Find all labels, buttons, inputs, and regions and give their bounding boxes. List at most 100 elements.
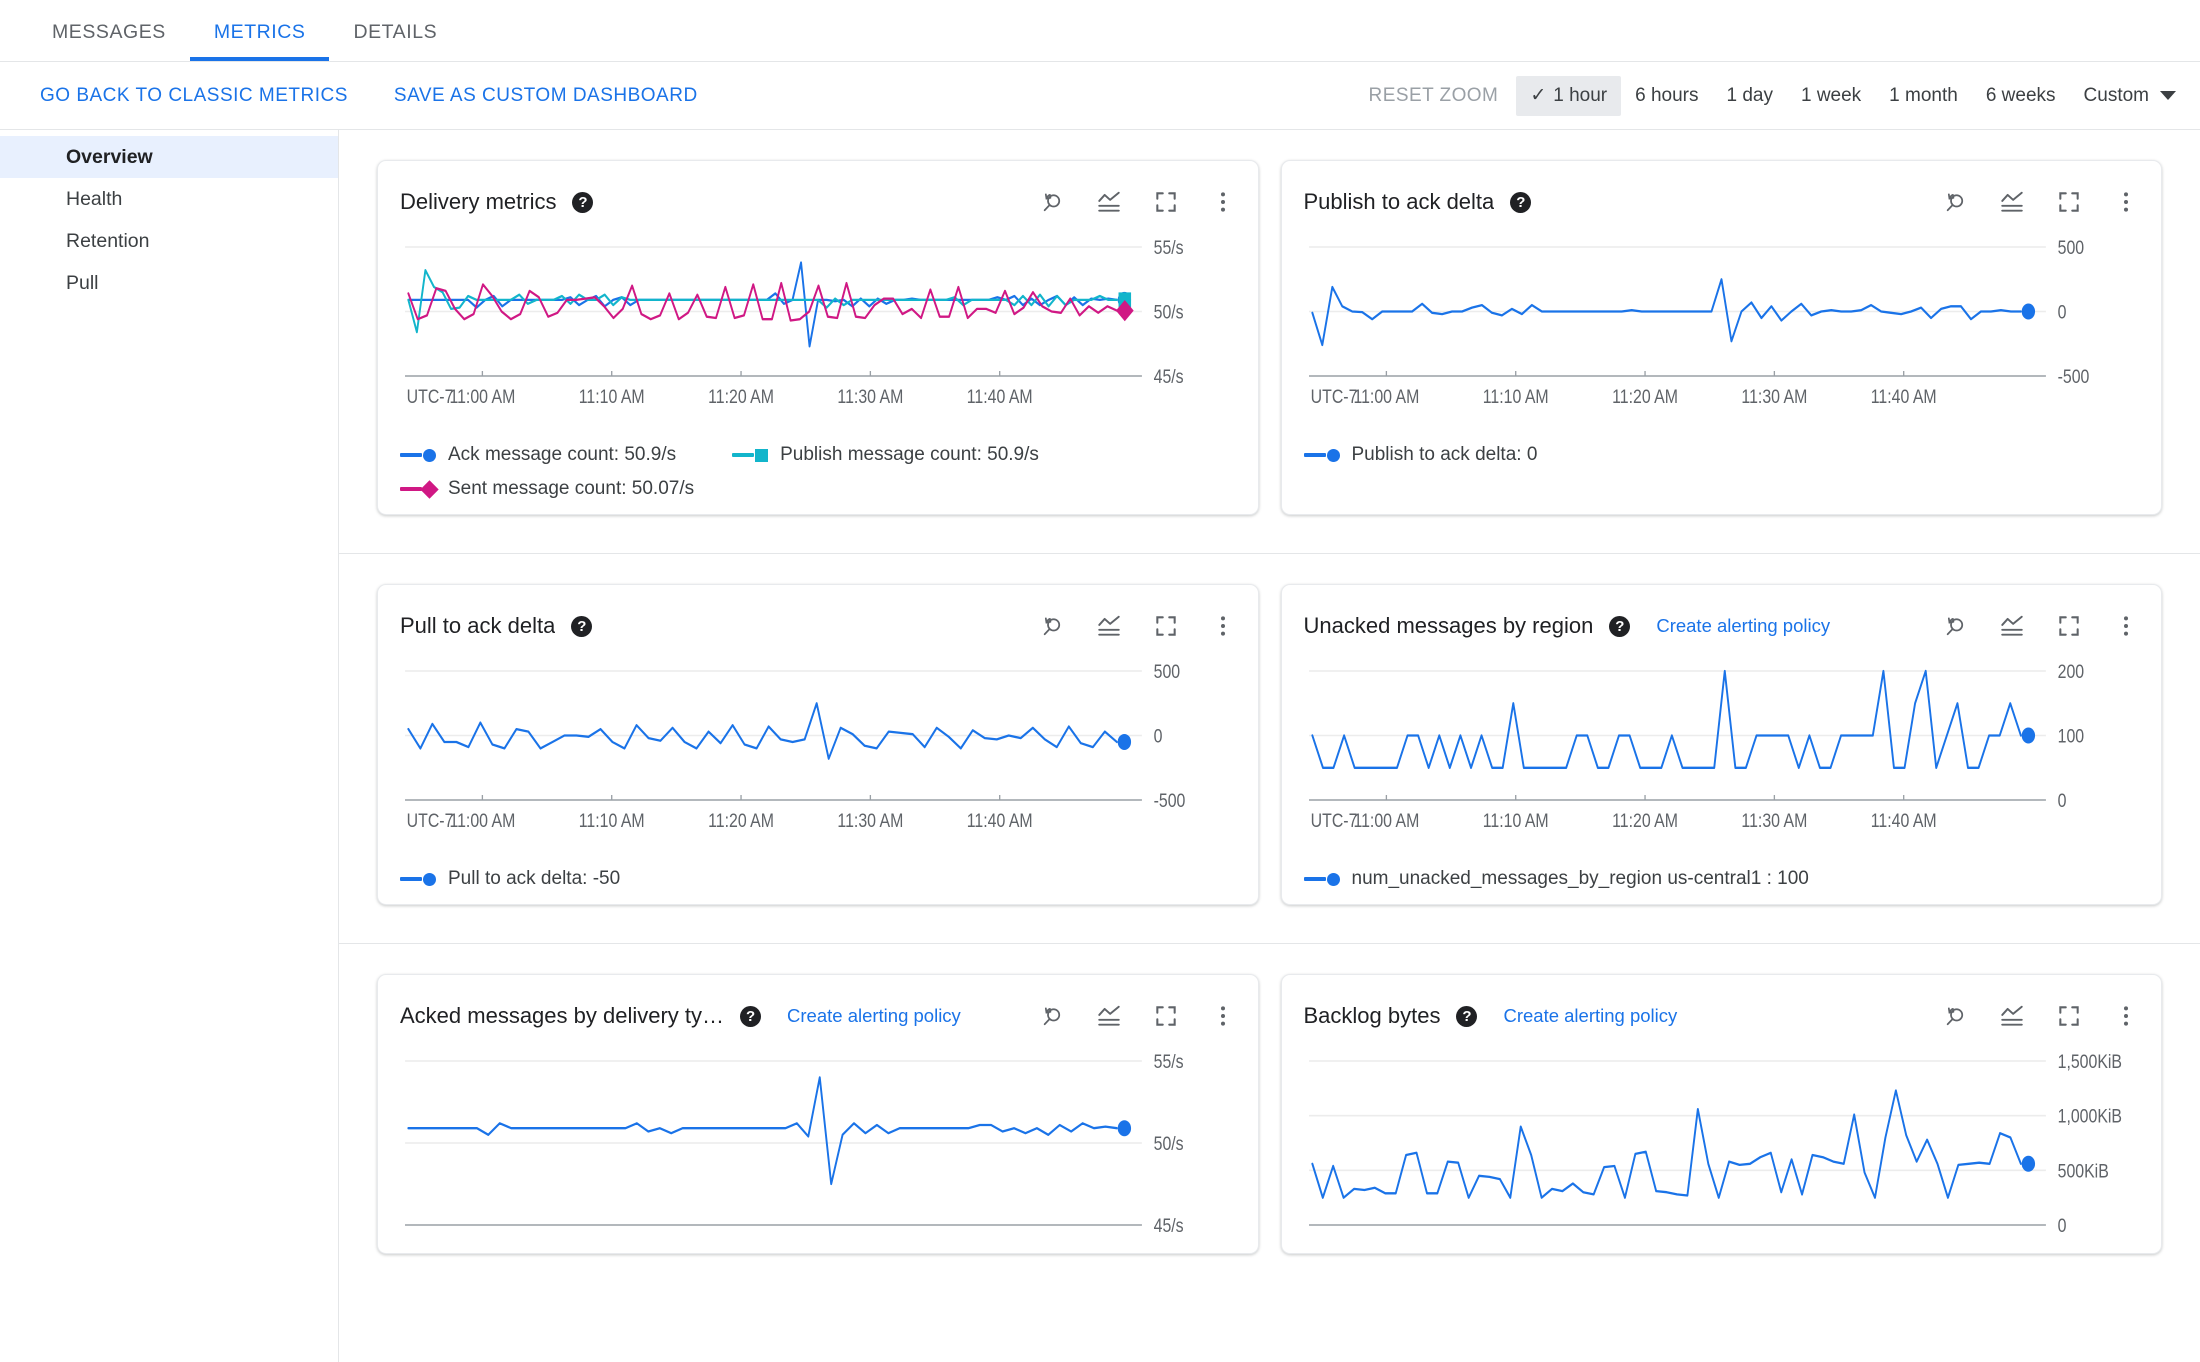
- more-vert-icon[interactable]: [1210, 1003, 1236, 1029]
- chart-lines-icon[interactable]: [1096, 1003, 1122, 1029]
- tab-metrics[interactable]: METRICS: [189, 21, 330, 61]
- legend-item[interactable]: Publish message count: 50.9/s: [732, 444, 1039, 466]
- legend-item[interactable]: Ack message count: 50.9/s: [400, 444, 676, 466]
- fullscreen-icon[interactable]: [2056, 1003, 2082, 1029]
- chart-card-actions: [1017, 613, 1236, 639]
- chart-card-actions: [1920, 613, 2139, 639]
- range-6-hours[interactable]: 6 hours: [1621, 76, 1712, 116]
- range-1-day[interactable]: 1 day: [1712, 76, 1786, 116]
- sidebar-item-health[interactable]: Health: [0, 178, 338, 220]
- svg-text:11:30 AM: 11:30 AM: [1741, 386, 1807, 408]
- chart-lines-icon[interactable]: [1096, 189, 1122, 215]
- chart-plot-area[interactable]: 1,500KiB 1,000KiB 500KiB 0: [1304, 1039, 2140, 1239]
- range-custom[interactable]: Custom: [2070, 76, 2182, 116]
- legend-label: Publish message count: 50.9/s: [780, 444, 1039, 465]
- range-1-month[interactable]: 1 month: [1875, 76, 1972, 116]
- svg-text:11:40 AM: 11:40 AM: [967, 810, 1033, 832]
- fullscreen-icon[interactable]: [2056, 613, 2082, 639]
- chart-plot-area[interactable]: 200 100 0 11:00 AM 11:10 AM 11:20 AM 11:30 AM 1…: [1304, 649, 2140, 854]
- more-vert-icon[interactable]: [2113, 189, 2139, 215]
- legend-item[interactable]: Publish to ack delta: 0: [1303, 444, 1538, 466]
- sidebar-item-overview[interactable]: Overview: [0, 136, 338, 178]
- range-1-week[interactable]: 1 week: [1787, 76, 1875, 116]
- range-1-hour[interactable]: ✓ 1 hour: [1516, 75, 1622, 116]
- chart-legend: num_unacked_messages_by_region us-centra…: [1303, 868, 2140, 890]
- svg-text:500: 500: [2057, 237, 2084, 259]
- svg-text:11:10 AM: 11:10 AM: [1482, 810, 1548, 832]
- chart-title: Unacked messages by region: [1303, 613, 1594, 638]
- create-alerting-policy-link[interactable]: Create alerting policy: [1503, 1005, 1677, 1027]
- svg-text:55/s: 55/s: [1154, 237, 1184, 259]
- sidebar-item-pull[interactable]: Pull: [0, 262, 338, 304]
- create-alerting-policy-link[interactable]: Create alerting policy: [1656, 615, 1830, 637]
- chart-lines-icon[interactable]: [1096, 613, 1122, 639]
- fullscreen-icon[interactable]: [1153, 1003, 1179, 1029]
- sidebar-item-retention[interactable]: Retention: [0, 220, 338, 262]
- svg-text:0: 0: [1154, 725, 1163, 747]
- reset-zoom-icon[interactable]: [1039, 613, 1065, 639]
- chart-card-header: Pull to ack delta?: [400, 603, 1236, 649]
- help-icon[interactable]: ?: [1456, 1005, 1478, 1027]
- reset-zoom-icon[interactable]: [1039, 1003, 1065, 1029]
- sidebar-nav: Overview Health Retention Pull: [0, 130, 339, 1362]
- page-body: Overview Health Retention Pull Delivery …: [0, 130, 2200, 1362]
- chart-plot-area[interactable]: 500 0 -500 11:00 AM 11:10 AM 11:20 AM 11:30 AM…: [400, 649, 1236, 854]
- more-vert-icon[interactable]: [2113, 1003, 2139, 1029]
- chart-card-header: Unacked messages by region? Create alerti…: [1304, 603, 2140, 649]
- chart-lines-icon[interactable]: [1999, 1003, 2025, 1029]
- reset-zoom-button[interactable]: RESET ZOOM: [1369, 85, 1499, 107]
- chart-title: Publish to ack delta: [1303, 189, 1495, 214]
- legend-label: Publish to ack delta: 0: [1351, 444, 1538, 465]
- chart-row: Acked messages by delivery ty…? Create al…: [339, 944, 2200, 1292]
- svg-text:11:10 AM: 11:10 AM: [579, 810, 645, 832]
- chart-card-pull-to-ack-delta: Pull to ack delta? 500 0 -500 11:00 AM 11:10…: [377, 584, 1259, 905]
- svg-text:1,000KiB: 1,000KiB: [2057, 1105, 2121, 1127]
- chart-card-actions: [1920, 189, 2139, 215]
- chart-plot-area[interactable]: 55/s 50/s 45/s 11:00 AM 11:10 AM 11:20 AM 11:3…: [400, 225, 1236, 430]
- reset-zoom-icon[interactable]: [1942, 613, 1968, 639]
- svg-text:11:30 AM: 11:30 AM: [837, 810, 903, 832]
- more-vert-icon[interactable]: [1210, 613, 1236, 639]
- chart-legend: Publish to ack delta: 0: [1303, 444, 2140, 466]
- range-6-weeks[interactable]: 6 weeks: [1972, 76, 2070, 116]
- reset-zoom-icon[interactable]: [1039, 189, 1065, 215]
- chart-plot-area[interactable]: 500 0 -500 11:00 AM 11:10 AM 11:20 AM 11:30 AM…: [1304, 225, 2140, 430]
- tab-details[interactable]: DETAILS: [329, 21, 461, 61]
- chart-card-actions: [1920, 1003, 2139, 1029]
- legend-swatch-icon: [400, 872, 436, 886]
- chart-lines-icon[interactable]: [1999, 613, 2025, 639]
- save-as-custom-dashboard-link[interactable]: SAVE AS CUSTOM DASHBOARD: [394, 85, 698, 107]
- chart-card-actions: [1017, 1003, 1236, 1029]
- more-vert-icon[interactable]: [2113, 613, 2139, 639]
- svg-text:11:10 AM: 11:10 AM: [579, 386, 645, 408]
- top-tab-bar: MESSAGES METRICS DETAILS: [0, 0, 2200, 62]
- svg-text:0: 0: [2057, 1215, 2066, 1237]
- chart-lines-icon[interactable]: [1999, 189, 2025, 215]
- help-icon[interactable]: ?: [740, 1005, 762, 1027]
- fullscreen-icon[interactable]: [1153, 613, 1179, 639]
- create-alerting-policy-link[interactable]: Create alerting policy: [787, 1005, 961, 1027]
- legend-swatch-icon: [400, 448, 436, 462]
- help-icon[interactable]: ?: [1609, 615, 1631, 637]
- more-vert-icon[interactable]: [1210, 189, 1236, 215]
- svg-text:-500: -500: [1154, 790, 1186, 812]
- reset-zoom-icon[interactable]: [1942, 189, 1968, 215]
- chart-plot-area[interactable]: 55/s 50/s 45/s: [400, 1039, 1236, 1239]
- fullscreen-icon[interactable]: [1153, 189, 1179, 215]
- fullscreen-icon[interactable]: [2056, 189, 2082, 215]
- range-custom-label: Custom: [2083, 84, 2149, 106]
- legend-item[interactable]: Sent message count: 50.07/s: [400, 478, 1236, 500]
- legend-item[interactable]: Pull to ack delta: -50: [400, 868, 620, 890]
- svg-text:500: 500: [1154, 661, 1181, 683]
- help-icon[interactable]: ?: [572, 191, 594, 213]
- help-icon[interactable]: ?: [1510, 191, 1532, 213]
- reset-zoom-icon[interactable]: [1942, 1003, 1968, 1029]
- legend-item[interactable]: num_unacked_messages_by_region us-centra…: [1303, 868, 1809, 890]
- svg-text:500KiB: 500KiB: [2057, 1160, 2108, 1182]
- help-icon[interactable]: ?: [571, 615, 593, 637]
- metrics-grid: Delivery metrics? 55/s 50/s 45/s 11:00 AM 11…: [339, 130, 2200, 1362]
- svg-text:11:20 AM: 11:20 AM: [708, 386, 774, 408]
- tab-messages[interactable]: MESSAGES: [28, 21, 190, 61]
- chart-card-delivery-metrics: Delivery metrics? 55/s 50/s 45/s 11:00 AM 11…: [377, 160, 1259, 515]
- go-back-to-classic-metrics-link[interactable]: GO BACK TO CLASSIC METRICS: [40, 85, 348, 107]
